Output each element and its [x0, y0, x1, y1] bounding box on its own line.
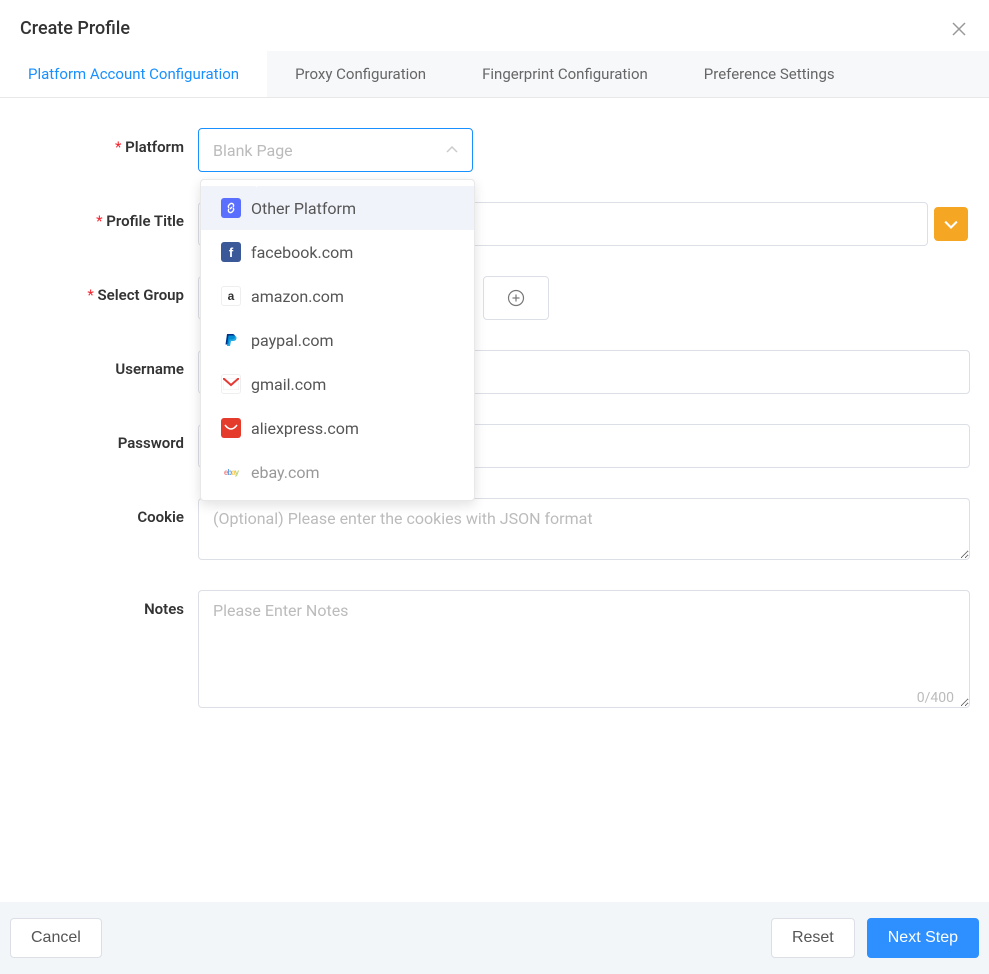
dropdown-option-gmail[interactable]: gmail.com — [201, 362, 474, 406]
label-cookie: Cookie — [18, 498, 198, 526]
dropdown-option-facebook[interactable]: f facebook.com — [201, 230, 474, 274]
platform-placeholder: Blank Page — [213, 141, 293, 160]
tab-fingerprint[interactable]: Fingerprint Configuration — [454, 51, 676, 97]
label-username: Username — [18, 350, 198, 378]
platform-dropdown: Other Platform f facebook.com a amazon.c… — [200, 179, 475, 501]
row-cookie: Cookie — [18, 498, 971, 560]
chevron-down-icon — [944, 219, 958, 229]
dropdown-label: gmail.com — [251, 375, 326, 394]
modal-title: Create Profile — [20, 18, 130, 39]
modal-footer: Cancel Reset Next Step — [0, 902, 989, 974]
platform-select[interactable]: Blank Page — [198, 128, 473, 172]
dropdown-option-aliexpress[interactable]: aliexpress.com — [201, 406, 474, 450]
row-profile-title: Profile Title — [18, 202, 971, 246]
label-password: Password — [18, 424, 198, 452]
dropdown-option-ebay[interactable]: ebay ebay.com — [201, 450, 474, 494]
paypal-icon — [221, 330, 241, 350]
dropdown-label: aliexpress.com — [251, 419, 359, 438]
form-body: Platform Blank Page Profile Title Select… — [0, 98, 989, 762]
tab-bar: Platform Account Configuration Proxy Con… — [0, 51, 989, 98]
modal-header: Create Profile — [0, 0, 989, 51]
row-password: Password — [18, 424, 971, 468]
close-button[interactable] — [949, 19, 969, 39]
profile-title-expand-button[interactable] — [934, 207, 968, 241]
gmail-icon — [221, 374, 241, 394]
label-platform: Platform — [18, 128, 198, 156]
label-notes: Notes — [18, 590, 198, 618]
dropdown-label: Other Platform — [251, 199, 356, 218]
dropdown-option-amazon[interactable]: a amazon.com — [201, 274, 474, 318]
link-icon — [221, 198, 241, 218]
aliexpress-icon — [221, 418, 241, 438]
row-platform: Platform Blank Page — [18, 128, 971, 172]
cookie-textarea[interactable] — [198, 498, 970, 560]
dropdown-label: amazon.com — [251, 287, 344, 306]
row-select-group: Select Group — [18, 276, 971, 320]
tab-platform-account[interactable]: Platform Account Configuration — [0, 51, 267, 97]
close-icon — [951, 21, 967, 37]
amazon-icon: a — [221, 286, 241, 306]
cancel-button[interactable]: Cancel — [10, 918, 102, 958]
next-step-button[interactable]: Next Step — [867, 918, 979, 958]
label-profile-title: Profile Title — [18, 202, 198, 230]
reset-button[interactable]: Reset — [771, 918, 855, 958]
dropdown-label: facebook.com — [251, 243, 353, 262]
facebook-icon: f — [221, 242, 241, 262]
notes-textarea[interactable] — [198, 590, 970, 708]
dropdown-label: paypal.com — [251, 331, 333, 350]
tab-preference[interactable]: Preference Settings — [676, 51, 863, 97]
row-notes: Notes 0/400 — [18, 590, 971, 712]
dropdown-option-paypal[interactable]: paypal.com — [201, 318, 474, 362]
row-username: Username — [18, 350, 971, 394]
chevron-up-icon — [446, 143, 458, 157]
dropdown-label: ebay.com — [251, 463, 320, 482]
ebay-icon: ebay — [221, 462, 241, 482]
label-select-group: Select Group — [18, 276, 198, 304]
add-group-button[interactable] — [483, 276, 549, 320]
notes-char-counter: 0/400 — [917, 690, 954, 706]
tab-proxy[interactable]: Proxy Configuration — [267, 51, 454, 97]
plus-circle-icon — [507, 289, 525, 307]
dropdown-option-other[interactable]: Other Platform — [201, 186, 474, 230]
